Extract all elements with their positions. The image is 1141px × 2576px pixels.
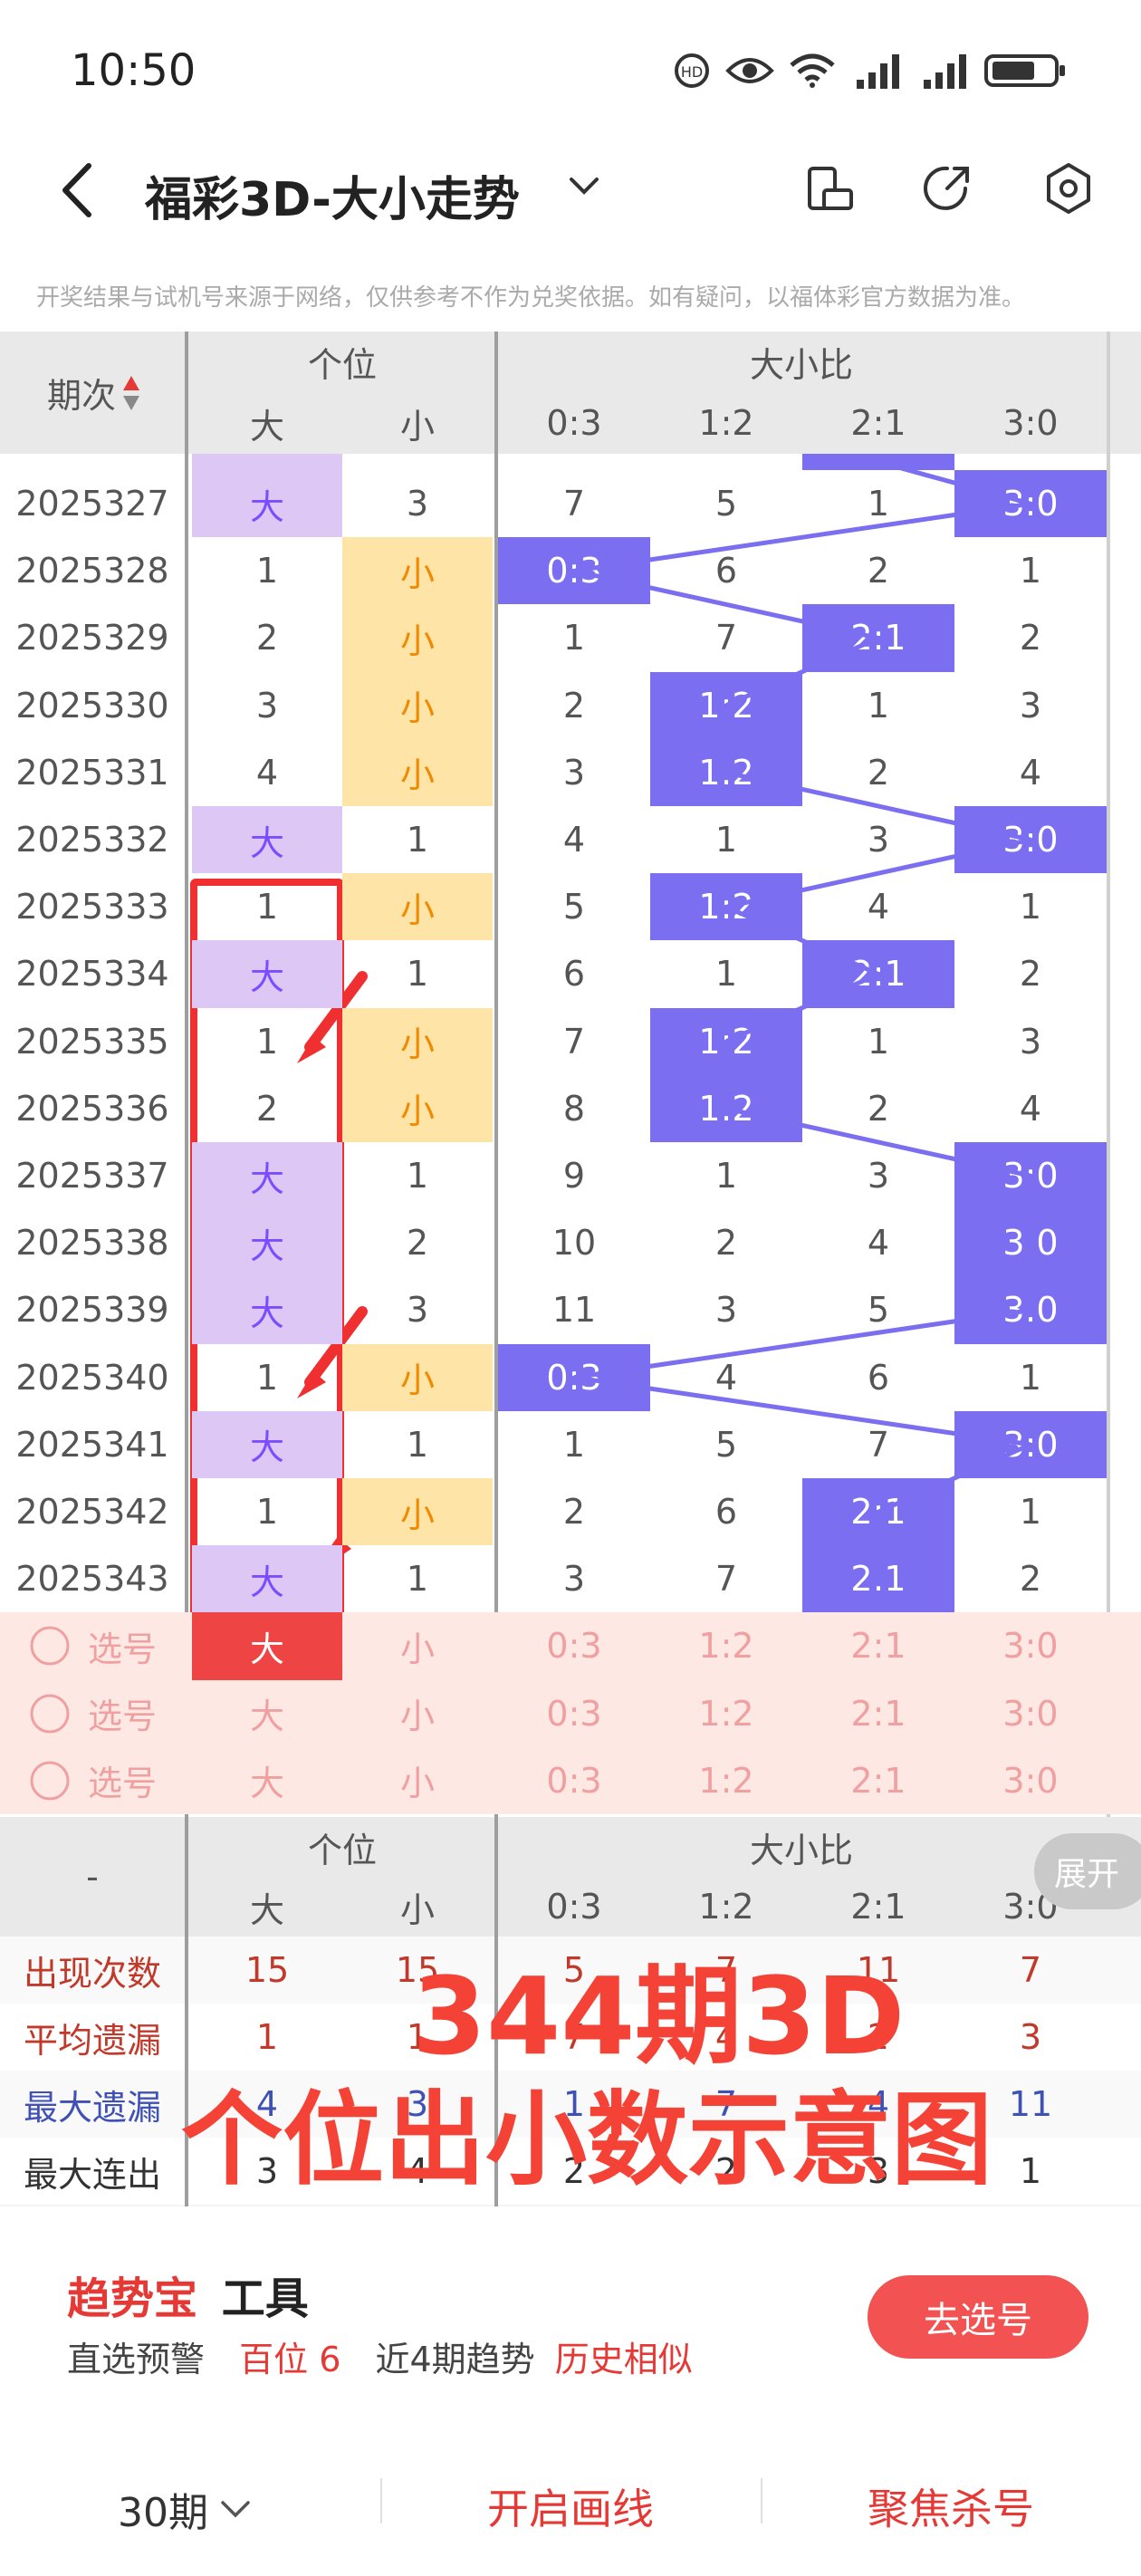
trend-table: 期次 个位 大小比 大小 0:3 1:2 2:1 3:0 2025327 大 3 7 5 1 3:0… <box>0 332 1141 1817</box>
group-ratio-header: 大小比 <box>498 332 1105 391</box>
trend-segment <box>573 1375 1031 1447</box>
tool-item-1: 直选预警 <box>67 2340 206 2379</box>
stats-label: 平均遗漏 <box>23 2020 161 2061</box>
stats-group-header: 大小比 <box>749 1830 853 1870</box>
trend-segment <box>724 636 880 707</box>
disclaimer-notice: 开奖结果与试机号来源于网络，仅供参考不作为兑奖依据。如有疑问，以福体彩官方数据为… <box>36 284 1026 312</box>
period-selector-label: 30期 <box>118 2490 208 2536</box>
stats-column-header: 1:2 <box>698 1887 754 1927</box>
tool-title: 工具 <box>221 2273 309 2324</box>
expand-button[interactable]: 展开 <box>1034 1833 1141 1909</box>
group-units-header: 个位 <box>192 332 493 391</box>
settings-icon[interactable] <box>1041 161 1096 216</box>
hd-icon: HD <box>675 53 709 88</box>
trend-segment <box>573 1308 1031 1380</box>
stats-value: 15 <box>244 1950 290 1990</box>
eye-icon <box>725 58 774 83</box>
share-icon[interactable] <box>920 161 974 216</box>
stats-label: 最大遗漏 <box>23 2087 161 2128</box>
stats-dash: - <box>86 1857 99 1897</box>
trend-segment <box>724 905 880 976</box>
back-button[interactable] <box>54 159 100 222</box>
tool-item-2: 近4期趋势 <box>375 2340 535 2379</box>
bottom-divider-1 <box>380 2478 382 2523</box>
go-pick-label: 去选号 <box>924 2300 1032 2341</box>
ratio-trend-lines <box>573 459 1033 1580</box>
column-header: 0:3 <box>498 393 650 453</box>
signal-icon-2 <box>924 54 966 89</box>
trend-segment <box>573 501 1031 573</box>
battery-icon <box>984 54 1065 87</box>
stats-value: 7 <box>1019 1950 1042 1990</box>
trend-segment <box>725 837 1031 909</box>
chevron-down-icon <box>221 2501 250 2518</box>
stats-column-header: 2:1 <box>850 1887 906 1927</box>
period-header-label: 期次 <box>46 376 116 416</box>
go-pick-button[interactable]: 去选号 <box>868 2275 1088 2359</box>
overlay-line-2: 个位出小数示意图 <box>181 2081 992 2199</box>
trend-tool-card[interactable]: 趋势宝 工具 直选预警 百位 6 近4期趋势 历史相似 去选号 <box>25 2230 1116 2400</box>
screen-rotate-icon[interactable] <box>802 161 857 216</box>
trend-segment <box>877 459 1031 506</box>
trend-segment <box>877 1442 1032 1514</box>
column-header: 3:0 <box>954 393 1107 453</box>
bottom-bar: 30期 开启画线 聚焦杀号 <box>0 2427 1141 2576</box>
draw-line-button[interactable]: 开启画线 <box>487 2476 654 2536</box>
trend-segment <box>725 1106 1031 1178</box>
signal-icon <box>857 54 899 89</box>
stats-group-header: 个位 <box>307 1830 377 1870</box>
svg-text:HD: HD <box>681 63 703 81</box>
stats-column-header: 0:3 <box>546 1887 602 1927</box>
column-header: 小 <box>342 393 493 453</box>
period-header[interactable]: 期次 <box>0 332 188 454</box>
page-title[interactable]: 福彩3D-大小走势 <box>145 161 520 229</box>
column-header: 1:2 <box>650 393 802 453</box>
stats-column-header: 大 <box>249 1889 284 1930</box>
wifi-icon <box>790 53 835 88</box>
stats-label: 最大连出 <box>23 2154 161 2195</box>
trend-segment <box>573 568 879 640</box>
column-header: 大 <box>192 393 342 453</box>
expand-label: 展开 <box>1054 1856 1120 1893</box>
tool-item-1-value[interactable]: 百位 6 <box>239 2340 340 2379</box>
trend-segment <box>724 972 880 1043</box>
tool-item-2-value[interactable]: 历史相似 <box>555 2340 693 2379</box>
trend-segment <box>725 770 1031 842</box>
stats-label: 出现次数 <box>23 1953 161 1994</box>
status-time: 10:50 <box>71 45 197 96</box>
period-selector[interactable]: 30期 <box>118 2480 254 2538</box>
tool-brand: 趋势宝 <box>67 2273 198 2324</box>
stats-column-header: 小 <box>399 1889 435 1930</box>
focus-kill-button[interactable]: 聚焦杀号 <box>868 2476 1034 2536</box>
sort-icon[interactable] <box>121 374 141 412</box>
column-header: 2:1 <box>802 393 954 453</box>
chevron-down-icon[interactable] <box>566 172 602 199</box>
bottom-divider-2 <box>761 2478 762 2523</box>
